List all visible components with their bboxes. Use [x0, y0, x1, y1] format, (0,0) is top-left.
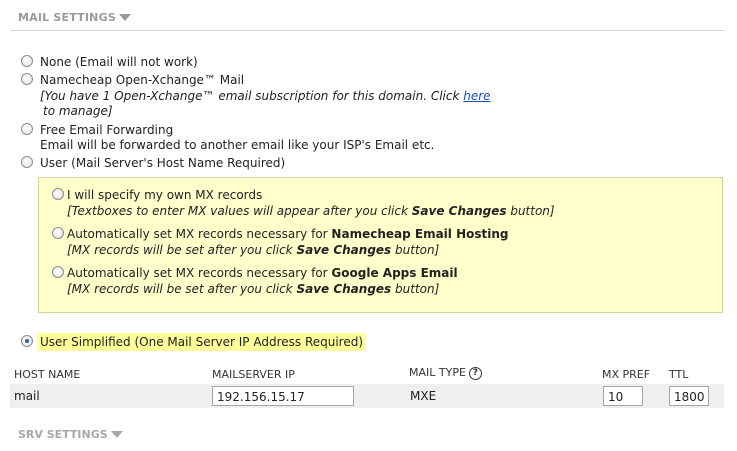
- option-open-xchange-desc-cont: to manage]: [43, 104, 113, 118]
- radio-none[interactable]: [21, 55, 33, 67]
- collapse-arrow-icon: [118, 13, 131, 21]
- radio-open-xchange[interactable]: [21, 73, 33, 85]
- user-simplified-label: User Simplified (One Mail Server IP Addr…: [37, 333, 367, 351]
- col-ttl: TTL: [669, 368, 689, 381]
- col-mx-pref: MX PREF: [602, 368, 651, 381]
- radio-email-forwarding[interactable]: [21, 123, 33, 135]
- mx-namecheap-desc: [MX records will be set after you click …: [67, 243, 440, 257]
- option-user-label: User (Mail Server's Host Name Required): [40, 156, 286, 170]
- radio-own-mx[interactable]: [52, 188, 64, 200]
- mx-pref-input[interactable]: 10: [603, 386, 643, 406]
- option-forwarding-label: Free Email Forwarding: [40, 123, 174, 137]
- mail-settings-title[interactable]: MAIL SETTINGS: [18, 11, 131, 24]
- option-open-xchange-label: Namecheap Open-Xchange™ Mail: [40, 73, 245, 87]
- srv-settings-header[interactable]: SRV SETTINGS: [18, 428, 123, 441]
- expand-arrow-icon: [110, 430, 123, 438]
- col-mail-type: MAIL TYPE?: [409, 366, 482, 380]
- col-mailserver-ip: MAILSERVER IP: [212, 368, 295, 381]
- option-open-xchange-desc: [You have 1 Open-Xchange™ email subscrip…: [40, 89, 491, 103]
- option-none-label: None (Email will not work): [40, 55, 198, 69]
- radio-user-simplified[interactable]: [21, 335, 33, 347]
- mailserver-ip-input[interactable]: 192.156.15.17: [212, 386, 354, 406]
- radio-user[interactable]: [21, 156, 33, 168]
- mail-type-value: MXE: [410, 389, 437, 403]
- mail-settings-header[interactable]: MAIL SETTINGS: [0, 0, 724, 31]
- mx-namecheap-label: Automatically set MX records necessary f…: [67, 227, 509, 241]
- radio-google-apps[interactable]: [52, 266, 64, 278]
- option-forwarding-desc: Email will be forwarded to another email…: [40, 138, 435, 152]
- host-name-value: mail: [14, 389, 40, 403]
- mx-google-label: Automatically set MX records necessary f…: [67, 266, 458, 280]
- radio-namecheap-hosting[interactable]: [52, 227, 64, 239]
- help-icon[interactable]: ?: [468, 366, 482, 380]
- mx-own-label: I will specify my own MX records: [67, 188, 263, 202]
- mx-own-desc: [Textboxes to enter MX values will appea…: [67, 204, 555, 218]
- mx-google-desc: [MX records will be set after you click …: [67, 282, 440, 296]
- manage-link[interactable]: here: [463, 89, 490, 103]
- col-host-name: HOST NAME: [14, 368, 81, 381]
- ttl-input[interactable]: 1800: [669, 386, 709, 406]
- section-divider: [10, 30, 724, 31]
